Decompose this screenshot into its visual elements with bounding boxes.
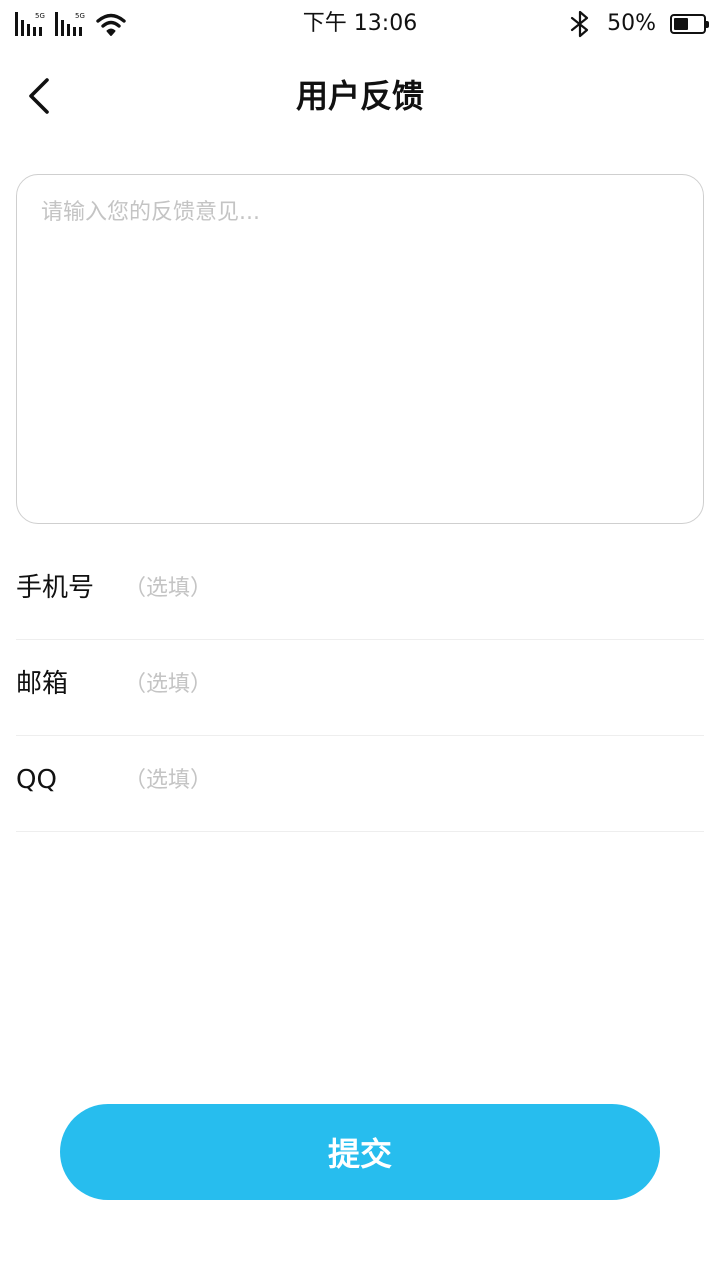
- qq-input[interactable]: [124, 760, 684, 800]
- qq-label: QQ: [16, 765, 57, 795]
- feedback-textarea[interactable]: [41, 197, 681, 497]
- page-title: 用户反馈: [295, 77, 424, 115]
- feedback-box: [16, 174, 704, 524]
- bluetooth-icon: [570, 10, 589, 38]
- battery-percent: 50%: [607, 11, 656, 36]
- phone-row: 手机号: [16, 544, 704, 640]
- battery-icon: [670, 14, 709, 34]
- status-right: 50%: [567, 9, 709, 39]
- battery-fill: [674, 18, 688, 30]
- phone-label: 手机号: [16, 573, 95, 603]
- email-input[interactable]: [124, 664, 684, 704]
- phone-input[interactable]: [124, 568, 684, 608]
- email-row: 邮箱: [16, 640, 704, 736]
- status-bar: 5G 5G 下午 13:06 50%: [0, 0, 720, 48]
- email-label: 邮箱: [16, 669, 69, 699]
- header: 用户反馈: [0, 56, 720, 136]
- qq-row: QQ: [16, 736, 704, 832]
- submit-button[interactable]: 提交: [60, 1104, 660, 1200]
